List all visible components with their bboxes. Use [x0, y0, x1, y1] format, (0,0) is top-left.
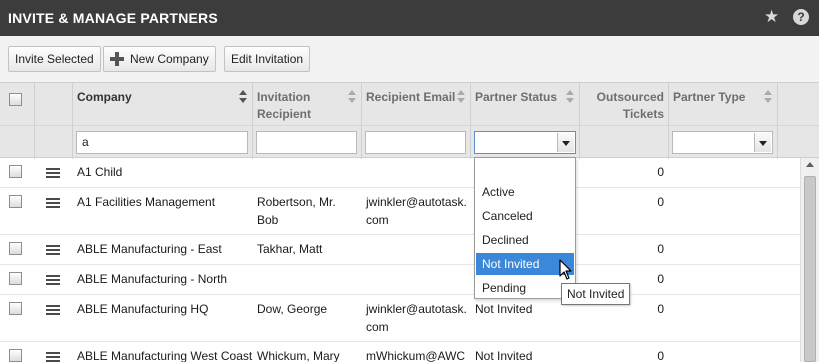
email-cell: jwinkler@autotask. com [366, 195, 467, 227]
table-row[interactable]: ABLE Manufacturing - East Takhar, Matt 0 [0, 235, 800, 265]
row-checkbox[interactable] [9, 349, 22, 362]
dropdown-option-blank[interactable] [476, 161, 574, 183]
recipient-cell: Robertson, Mr. Bob [257, 195, 336, 227]
invite-selected-button[interactable]: Invite Selected [8, 46, 101, 72]
new-company-label: New Company [130, 52, 209, 66]
email-cell: mWhickum@AWC [366, 349, 466, 362]
sort-icon[interactable] [239, 90, 247, 104]
recipient-cell: Whickum, Mary [257, 349, 340, 362]
dropdown-option-declined[interactable]: Declined [476, 229, 574, 251]
email-filter-input[interactable] [365, 131, 466, 154]
context-menu-icon[interactable] [46, 352, 60, 362]
select-all-checkbox[interactable] [9, 93, 22, 106]
dropdown-option-canceled[interactable]: Canceled [476, 205, 574, 227]
sort-icon[interactable] [457, 90, 465, 104]
mouse-pointer-icon [559, 259, 572, 280]
title-bar: INVITE & MANAGE PARTNERS ★ ? [0, 0, 819, 36]
context-menu-icon[interactable] [46, 198, 60, 209]
recipient-cell: Takhar, Matt [257, 242, 323, 256]
scroll-up-icon[interactable] [806, 162, 814, 167]
partner-status-filter-select[interactable] [474, 131, 576, 154]
new-company-button[interactable]: New Company [103, 46, 216, 72]
tickets-cell: 0 [657, 242, 664, 256]
context-menu-icon[interactable] [46, 275, 60, 286]
company-cell[interactable]: ABLE Manufacturing - East [77, 240, 222, 258]
recipient-cell: Dow, George [257, 302, 328, 316]
tickets-cell: 0 [657, 349, 664, 362]
column-header-invitation-recipient[interactable]: Invitation Recipient [257, 89, 311, 123]
tooltip: Not Invited [561, 283, 631, 305]
table-row[interactable]: ABLE Manufacturing - North 0 [0, 265, 800, 295]
company-cell[interactable]: ABLE Manufacturing HQ [77, 300, 208, 318]
row-checkbox[interactable] [9, 165, 22, 178]
sort-icon[interactable] [764, 90, 772, 104]
row-checkbox[interactable] [9, 302, 22, 315]
company-cell[interactable]: A1 Child [77, 163, 122, 181]
row-checkbox[interactable] [9, 195, 22, 208]
context-menu-icon[interactable] [46, 305, 60, 316]
help-icon[interactable]: ? [793, 9, 809, 25]
column-header-partner-type[interactable]: Partner Type [673, 89, 745, 106]
column-header-company[interactable]: Company [77, 89, 132, 106]
star-icon[interactable]: ★ [764, 8, 779, 26]
chevron-down-icon[interactable] [557, 133, 574, 152]
context-menu-icon[interactable] [46, 245, 60, 256]
email-cell: jwinkler@autotask. com [366, 302, 467, 334]
tickets-cell: 0 [657, 165, 664, 179]
sort-icon[interactable] [348, 90, 356, 104]
status-cell: Not Invited [475, 302, 533, 316]
table-row[interactable]: ABLE Manufacturing HQ Dow, George jwinkl… [0, 295, 800, 342]
grid-header: Company Invitation Recipient Recipient E… [0, 82, 819, 159]
column-header-partner-status[interactable]: Partner Status [475, 89, 557, 106]
plus-icon [110, 51, 124, 66]
company-filter-input[interactable]: a [76, 131, 248, 154]
company-cell[interactable]: ABLE Manufacturing West Coast [77, 347, 252, 362]
tickets-cell: 0 [657, 195, 664, 209]
column-header-recipient-email[interactable]: Recipient Email [366, 89, 455, 106]
company-cell[interactable]: A1 Facilities Management [77, 193, 215, 211]
sort-icon[interactable] [566, 90, 574, 104]
company-cell[interactable]: ABLE Manufacturing - North [77, 270, 227, 288]
column-header-outsourced-tickets[interactable]: Outsourced Tickets [584, 89, 664, 123]
dropdown-option-active[interactable]: Active [476, 181, 574, 203]
scrollbar-thumb[interactable] [804, 176, 816, 362]
grid-body: A1 Child 0 A1 Facilities Management Robe… [0, 158, 819, 362]
partner-type-filter-select[interactable] [672, 131, 773, 154]
toolbar: Invite Selected New Company Edit Invitat… [0, 36, 819, 82]
status-cell: Not Invited [475, 349, 533, 362]
row-checkbox[interactable] [9, 242, 22, 255]
table-row[interactable]: ABLE Manufacturing West Coast Whickum, M… [0, 342, 800, 362]
vertical-scrollbar[interactable] [800, 158, 819, 362]
table-row[interactable]: A1 Child 0 [0, 158, 800, 188]
recipient-filter-input[interactable] [256, 131, 357, 154]
edit-invitation-button[interactable]: Edit Invitation [224, 46, 311, 72]
row-checkbox[interactable] [9, 272, 22, 285]
context-menu-icon[interactable] [46, 168, 60, 179]
chevron-down-icon[interactable] [754, 133, 771, 152]
page-title: INVITE & MANAGE PARTNERS [8, 10, 218, 26]
table-row[interactable]: A1 Facilities Management Robertson, Mr. … [0, 188, 800, 235]
